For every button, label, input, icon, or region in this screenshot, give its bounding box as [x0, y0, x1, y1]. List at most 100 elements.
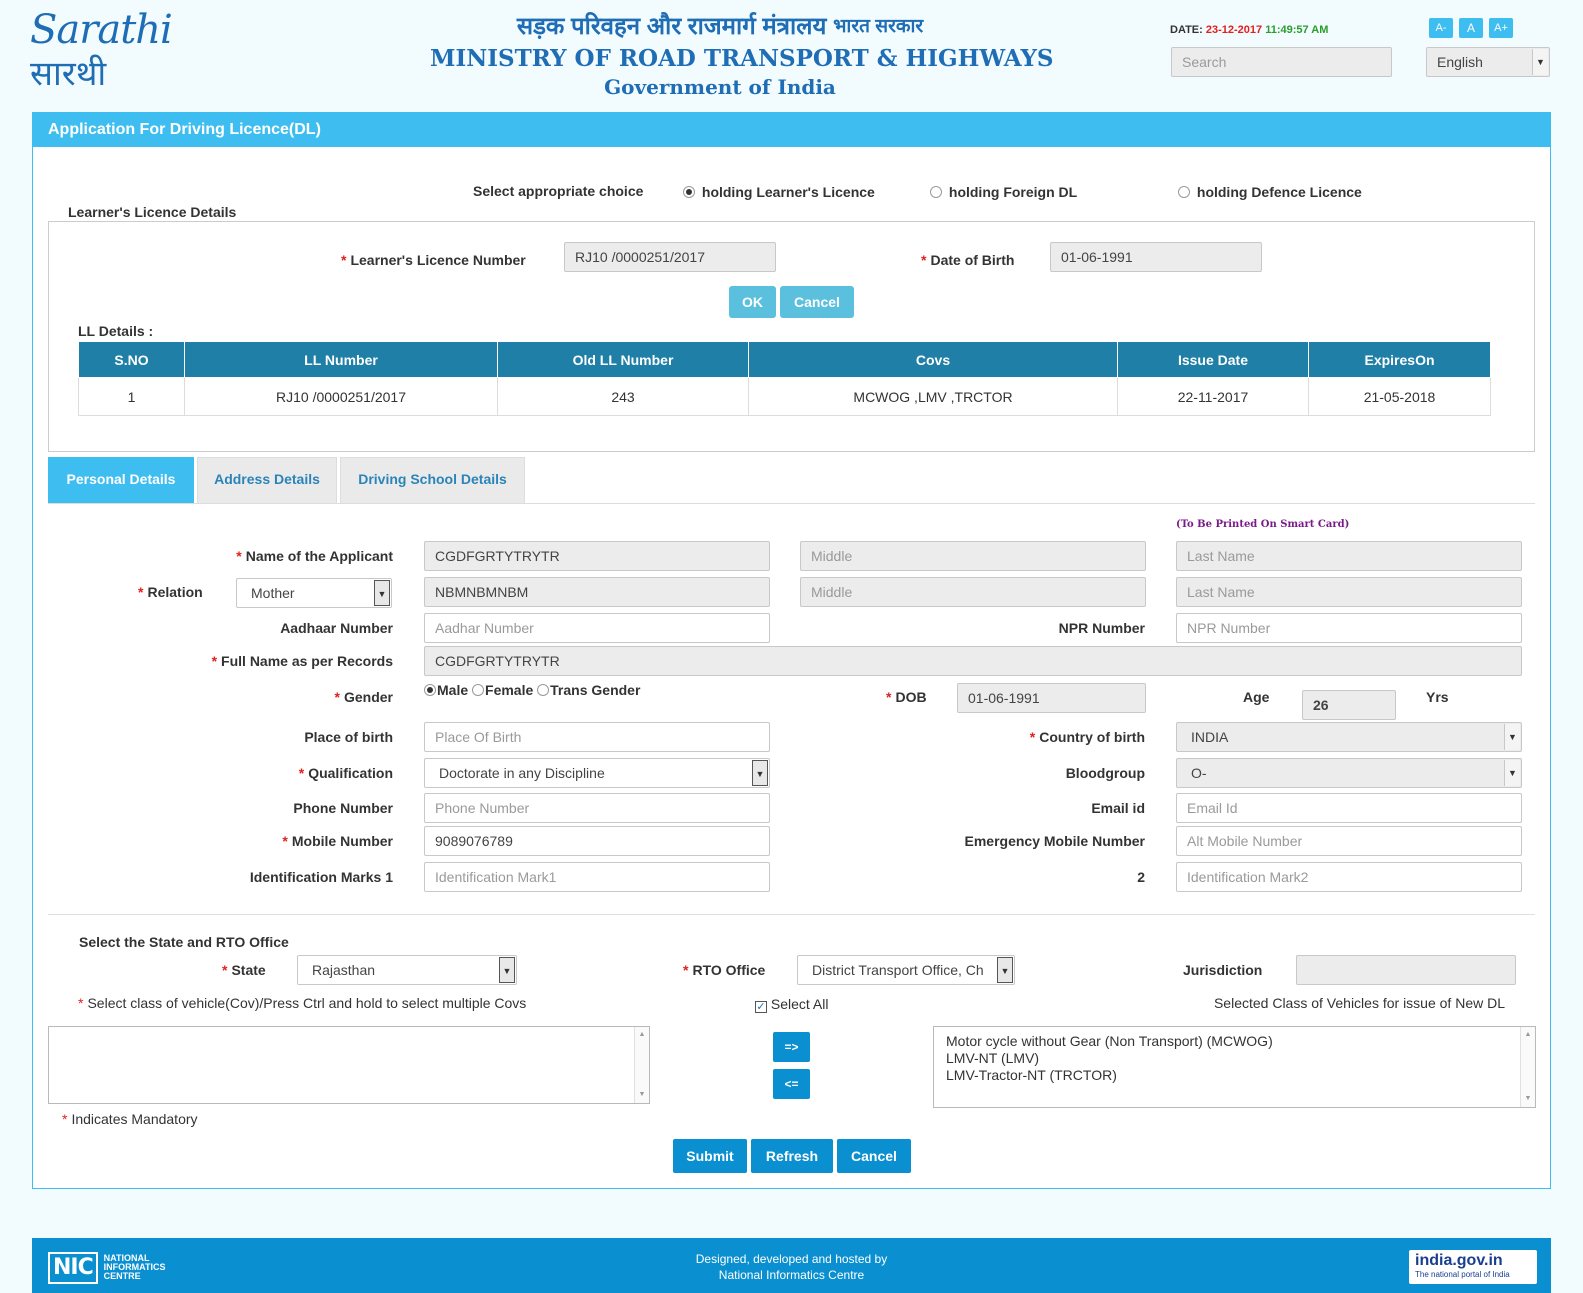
relation-label: * Relation: [138, 584, 203, 600]
rto-select[interactable]: District Transport Office, Ch ▼: [797, 955, 1015, 985]
mobile-input[interactable]: 9089076789: [424, 826, 770, 856]
radio-foreign[interactable]: [930, 186, 942, 198]
panel-title: Application For Driving Licence(DL): [48, 121, 321, 138]
jurisdiction-label: Jurisdiction: [1183, 962, 1263, 978]
ll-cancel-button[interactable]: Cancel: [780, 286, 854, 318]
available-cov-listbox[interactable]: ▲ ▼: [48, 1026, 650, 1104]
choice-option-label: holding Foreign DL: [948, 184, 1078, 200]
ll-dob-label-text: Date of Birth: [930, 252, 1015, 268]
middle-name-input[interactable]: Middle: [800, 541, 1146, 571]
list-item[interactable]: LMV-NT (LMV): [946, 1050, 1523, 1067]
relation-label-text: Relation: [147, 584, 203, 600]
relation-last-name-input[interactable]: Last Name: [1176, 577, 1522, 607]
tab-driving-school-details[interactable]: Driving School Details: [340, 457, 525, 503]
qualification-select[interactable]: Doctorate in any Discipline ▼: [424, 758, 770, 788]
idmark2-input[interactable]: Identification Mark2: [1176, 862, 1522, 892]
aadhaar-input[interactable]: Aadhar Number: [424, 613, 770, 643]
blood-value: O-: [1191, 765, 1207, 781]
cancel-button[interactable]: Cancel: [837, 1139, 911, 1173]
radio-male[interactable]: [424, 684, 436, 696]
phone-label: Phone Number: [293, 800, 393, 816]
tab-personal-details[interactable]: Personal Details: [48, 457, 194, 503]
panel-header: Application For Driving Licence(DL): [33, 113, 1550, 147]
cov-instruction-text: Select class of vehicle(Cov)/Press Ctrl …: [87, 995, 527, 1011]
ok-button[interactable]: OK: [729, 286, 776, 318]
blood-select[interactable]: O- ▼: [1176, 758, 1522, 788]
relation-first-name-input[interactable]: NBMNBMNBM: [424, 577, 770, 607]
scrollbar[interactable]: ▲ ▼: [634, 1027, 649, 1103]
ministry-title-block: सड़क परिवहन और राजमार्ग मंत्रालय भारत सर…: [430, 10, 1054, 100]
selected-cov-listbox[interactable]: Motor cycle without Gear (Non Transport)…: [933, 1026, 1536, 1108]
move-right-button[interactable]: =>: [773, 1032, 810, 1062]
chevron-down-icon: ▼: [752, 760, 768, 786]
language-select[interactable]: English ▼: [1426, 47, 1550, 77]
table-cell: MCWOG ,LMV ,TRCTOR: [748, 377, 1118, 416]
table-cell: 21-05-2018: [1308, 377, 1491, 416]
font-increase-button[interactable]: A+: [1489, 18, 1513, 38]
column-header: S.NO: [78, 341, 185, 378]
ll-number-input[interactable]: RJ10 /0000251/2017: [564, 242, 776, 272]
fullname-label-text: Full Name as per Records: [221, 653, 393, 669]
font-decrease-button[interactable]: A-: [1429, 18, 1453, 38]
emergency-input[interactable]: Alt Mobile Number: [1176, 826, 1522, 856]
state-value: Rajasthan: [312, 962, 376, 978]
list-item[interactable]: Motor cycle without Gear (Non Transport)…: [946, 1033, 1523, 1050]
radio-defence[interactable]: [1178, 186, 1190, 198]
site-logo[interactable]: Sarathi सारथी: [30, 7, 173, 100]
qualification-label-text: Qualification: [308, 765, 393, 781]
logo-hindi: सारथी: [30, 54, 107, 94]
jurisdiction-input[interactable]: [1296, 955, 1516, 985]
pob-input[interactable]: Place Of Birth: [424, 722, 770, 752]
india-gov-logo[interactable]: india.gov.in The national portal of Indi…: [1409, 1250, 1537, 1284]
gender-label-text: Gender: [343, 689, 393, 705]
submit-button[interactable]: Submit: [673, 1139, 747, 1173]
smart-card-note: (To Be Printed On Smart Card): [1176, 519, 1350, 530]
column-header: ExpiresOn: [1308, 341, 1491, 378]
radio-learner[interactable]: [683, 186, 695, 198]
gov-hindi: भारत सरकार: [833, 16, 924, 37]
radio-female[interactable]: [472, 684, 485, 696]
relation-middle-name-input[interactable]: Middle: [800, 577, 1146, 607]
section-divider: [48, 914, 1535, 915]
age-input[interactable]: 26: [1302, 690, 1396, 720]
state-select[interactable]: Rajasthan ▼: [297, 955, 517, 985]
fullname-label: * Full Name as per Records: [211, 653, 393, 669]
blood-label: Bloodgroup: [1065, 765, 1145, 781]
choice-option-foreign[interactable]: holding Foreign DL: [930, 184, 1077, 200]
qualification-label: * Qualification: [298, 765, 393, 781]
phone-input[interactable]: Phone Number: [424, 793, 770, 823]
choice-option-defence[interactable]: holding Defence Licence: [1178, 184, 1362, 200]
table-header-row: S.NO LL Number Old LL Number Covs Issue …: [78, 341, 1491, 378]
ll-dob-input[interactable]: 01-06-1991: [1050, 242, 1262, 272]
select-all-option[interactable]: ✓ Select All: [755, 996, 828, 1013]
country-select[interactable]: INDIA ▼: [1176, 722, 1522, 752]
email-input[interactable]: Email Id: [1176, 793, 1522, 823]
tab-address-details[interactable]: Address Details: [197, 457, 337, 503]
gender-trans-option[interactable]: Trans Gender: [537, 682, 640, 698]
relation-select[interactable]: Mother ▼: [236, 578, 392, 608]
table-cell: 1: [78, 377, 185, 416]
idmark1-input[interactable]: Identification Mark1: [424, 862, 770, 892]
gender-option-label: Male: [437, 682, 469, 698]
logo-english: Sarathi: [30, 7, 173, 53]
last-name-input[interactable]: Last Name: [1176, 541, 1522, 571]
search-input[interactable]: Search: [1171, 47, 1392, 77]
gender-label: * Gender: [334, 689, 393, 705]
font-normal-button[interactable]: A: [1459, 18, 1483, 38]
first-name-input[interactable]: CGDFGRTYTRYTR: [424, 541, 770, 571]
select-all-checkbox[interactable]: ✓: [755, 1001, 767, 1013]
refresh-button[interactable]: Refresh: [751, 1139, 833, 1173]
scrollbar[interactable]: ▲ ▼: [1520, 1027, 1535, 1107]
choice-option-learner[interactable]: holding Learner's Licence: [683, 184, 875, 200]
npr-input[interactable]: NPR Number: [1176, 613, 1522, 643]
fullname-input[interactable]: CGDFGRTYTRYTR: [424, 646, 1522, 676]
gender-options: Male Female Trans Gender: [424, 682, 640, 698]
radio-trans[interactable]: [537, 684, 550, 696]
name-label: * Name of the Applicant: [236, 548, 393, 564]
ministry-name: MINISTRY OF ROAD TRANSPORT & HIGHWAYS: [430, 45, 1054, 72]
gender-female-option[interactable]: Female: [472, 682, 533, 698]
gender-male-option[interactable]: Male: [424, 682, 468, 698]
list-item[interactable]: LMV-Tractor-NT (TRCTOR): [946, 1067, 1523, 1084]
move-left-button[interactable]: <=: [773, 1069, 810, 1099]
dob-input[interactable]: 01-06-1991: [957, 683, 1146, 713]
